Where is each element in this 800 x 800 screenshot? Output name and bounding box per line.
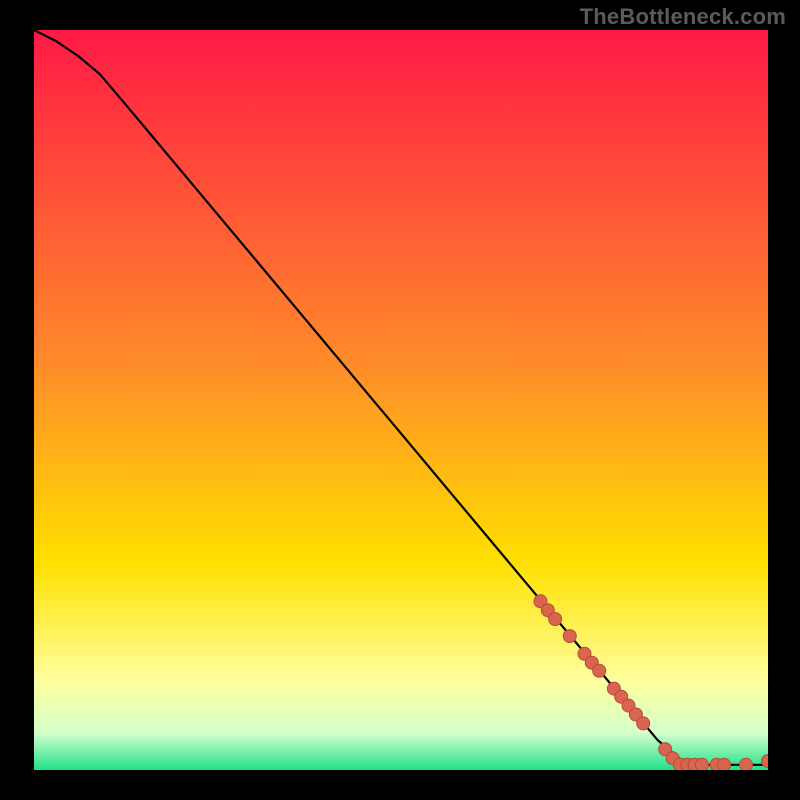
- data-point: [593, 664, 606, 677]
- gradient-background: [34, 30, 768, 770]
- data-point: [695, 758, 708, 770]
- data-point: [718, 758, 731, 770]
- watermark-text: TheBottleneck.com: [580, 4, 786, 30]
- data-point: [549, 613, 562, 626]
- data-point: [563, 630, 576, 643]
- chart-svg: [34, 30, 768, 770]
- data-point: [637, 717, 650, 730]
- plot-area: [34, 30, 768, 770]
- chart-frame: TheBottleneck.com: [0, 0, 800, 800]
- data-point: [740, 758, 753, 770]
